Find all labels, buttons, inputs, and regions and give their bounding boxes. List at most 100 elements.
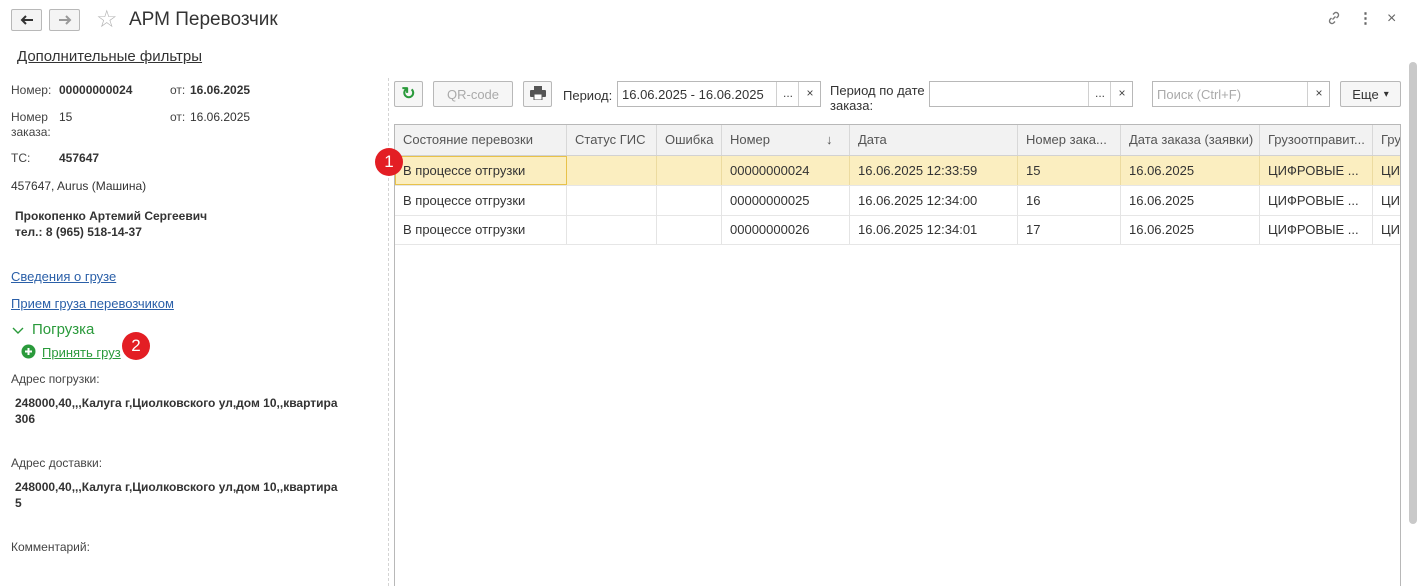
table-row[interactable]: В процессе отгрузки 00000000024 16.06.20… [395,156,1400,186]
cell-error[interactable] [657,156,722,185]
close-icon[interactable]: × [1387,10,1396,28]
column-header-error[interactable]: Ошибка [657,125,722,155]
cell-date[interactable]: 16.06.2025 12:33:59 [850,156,1018,185]
column-header-shipper[interactable]: Грузоотправит... [1260,125,1373,155]
qr-code-button[interactable]: QR-code [433,81,513,107]
column-header-number[interactable]: Номер ↓ [722,125,850,155]
period-clear-button[interactable]: × [798,82,821,106]
cell-error[interactable] [657,215,722,244]
cell-shipper[interactable]: ЦИФРОВЫЕ ... [1260,156,1373,185]
cell-status[interactable]: В процессе отгрузки [395,156,567,185]
cell-gis-status[interactable] [567,186,657,215]
from-label: от: [170,83,186,97]
cell-gis-status[interactable] [567,156,657,185]
period-field[interactable]: 16.06.2025 - 16.06.2025 ... × [617,81,821,107]
vehicle-text: 457647, Aurus (Машина) [11,179,147,193]
refresh-button[interactable]: ↻ [394,81,423,107]
cell-error[interactable] [657,186,722,215]
forward-button[interactable] [49,9,80,31]
chevron-down-icon [12,324,24,339]
more-button[interactable]: Еще ▾ [1340,81,1401,107]
order-number-label-2: заказа: [11,125,51,139]
favorite-star-icon[interactable]: ☆ [96,6,118,34]
arrow-left-icon [20,13,34,28]
cell-date[interactable]: 16.06.2025 12:34:01 [850,215,1018,244]
cell-order-date[interactable]: 16.06.2025 [1121,215,1260,244]
from-value: 16.06.2025 [190,83,251,97]
order-period-field[interactable]: ... × [929,81,1133,107]
cell-order-number[interactable]: 16 [1018,186,1121,215]
cell-order-number[interactable]: 15 [1018,156,1121,185]
search-clear-button[interactable]: × [1307,82,1330,106]
cell-consignee[interactable]: ЦИ [1373,156,1400,185]
order-period-label: Период по дате заказа: [830,83,925,113]
cell-status[interactable]: В процессе отгрузки [395,215,567,244]
cargo-info-link[interactable]: Сведения о грузе [11,269,116,284]
plus-circle-icon [21,344,37,360]
cell-order-date[interactable]: 16.06.2025 [1121,186,1260,215]
comment-label: Комментарий: [11,540,90,554]
print-button[interactable] [523,81,552,107]
order-number-value: 15 [59,110,73,124]
printer-icon [529,85,546,103]
column-header-gis-status[interactable]: Статус ГИС [567,125,657,155]
cell-gis-status[interactable] [567,215,657,244]
cell-number[interactable]: 00000000024 [722,156,850,185]
search-field[interactable]: Поиск (Ctrl+F) × [1152,81,1330,107]
period-select-button[interactable]: ... [776,82,799,106]
column-header-consignee[interactable]: Гру [1373,125,1400,155]
column-header-status[interactable]: Состояние перевозки [395,125,567,155]
order-period-label-line-1: Период по дате [830,83,925,98]
loading-section-title: Погрузка [32,321,95,338]
caret-down-icon: ▾ [1383,88,1389,100]
cell-status[interactable]: В процессе отгрузки [395,186,567,215]
link-icon[interactable] [1326,10,1342,31]
delivery-address-line-2: 5 [15,496,22,510]
delivery-address-label: Адрес доставки: [11,456,103,470]
order-period-clear-button[interactable]: × [1110,82,1133,106]
order-from-value: 16.06.2025 [190,110,251,124]
annotation-badge-2: 2 [122,332,150,360]
accept-cargo-link[interactable]: Принять груз [42,345,121,360]
column-header-order-number[interactable]: Номер зака... [1018,125,1121,155]
cell-number[interactable]: 00000000026 [722,215,850,244]
column-header-number-label: Номер [730,132,771,147]
order-period-label-line-2: заказа: [830,98,874,113]
cell-consignee[interactable]: ЦИ [1373,215,1400,244]
order-from-label: от: [170,110,186,124]
order-period-select-button[interactable]: ... [1088,82,1111,106]
column-header-order-date[interactable]: Дата заказа (заявки) [1121,125,1260,155]
qr-code-label: QR-code [446,86,500,102]
cell-shipper[interactable]: ЦИФРОВЫЕ ... [1260,215,1373,244]
page-title: АРМ Перевозчик [129,9,278,30]
loading-address-line-2: 306 [15,412,36,426]
loading-address-label: Адрес погрузки: [11,372,100,386]
refresh-icon: ↻ [401,84,416,103]
annotation-badge-1: 1 [375,148,403,176]
table-row[interactable]: В процессе отгрузки 00000000025 16.06.20… [395,186,1400,216]
cell-date[interactable]: 16.06.2025 12:34:00 [850,186,1018,215]
table-row[interactable]: В процессе отгрузки 00000000026 16.06.20… [395,215,1400,245]
ts-value: 457647 [59,151,100,165]
delivery-address-line-1: 248000,40,,,Калуга г,Циолковского ул,дом… [15,480,338,494]
cell-consignee[interactable]: ЦИ [1373,186,1400,215]
additional-filters-link[interactable]: Дополнительные фильтры [17,48,202,65]
cell-order-date[interactable]: 16.06.2025 [1121,156,1260,185]
cell-order-number[interactable]: 17 [1018,215,1121,244]
cell-number[interactable]: 00000000025 [722,186,850,215]
arrow-right-icon [58,13,72,28]
more-label: Еще [1352,86,1379,102]
back-button[interactable] [11,9,42,31]
transport-table[interactable]: Состояние перевозки Статус ГИС Ошибка Но… [394,124,1401,586]
cell-shipper[interactable]: ЦИФРОВЫЕ ... [1260,186,1373,215]
vertical-scrollbar[interactable] [1409,62,1417,524]
number-value: 00000000024 [59,83,133,97]
period-value: 16.06.2025 - 16.06.2025 [622,87,764,102]
search-placeholder: Поиск (Ctrl+F) [1157,87,1242,102]
column-header-date[interactable]: Дата [850,125,1018,155]
table-header: Состояние перевозки Статус ГИС Ошибка Но… [395,125,1400,156]
cargo-accept-carrier-link[interactable]: Прием груза перевозчиком [11,296,174,311]
number-label: Номер: [11,83,52,97]
period-label: Период: [563,88,613,103]
more-vertical-icon[interactable]: ⋮ [1358,10,1373,28]
